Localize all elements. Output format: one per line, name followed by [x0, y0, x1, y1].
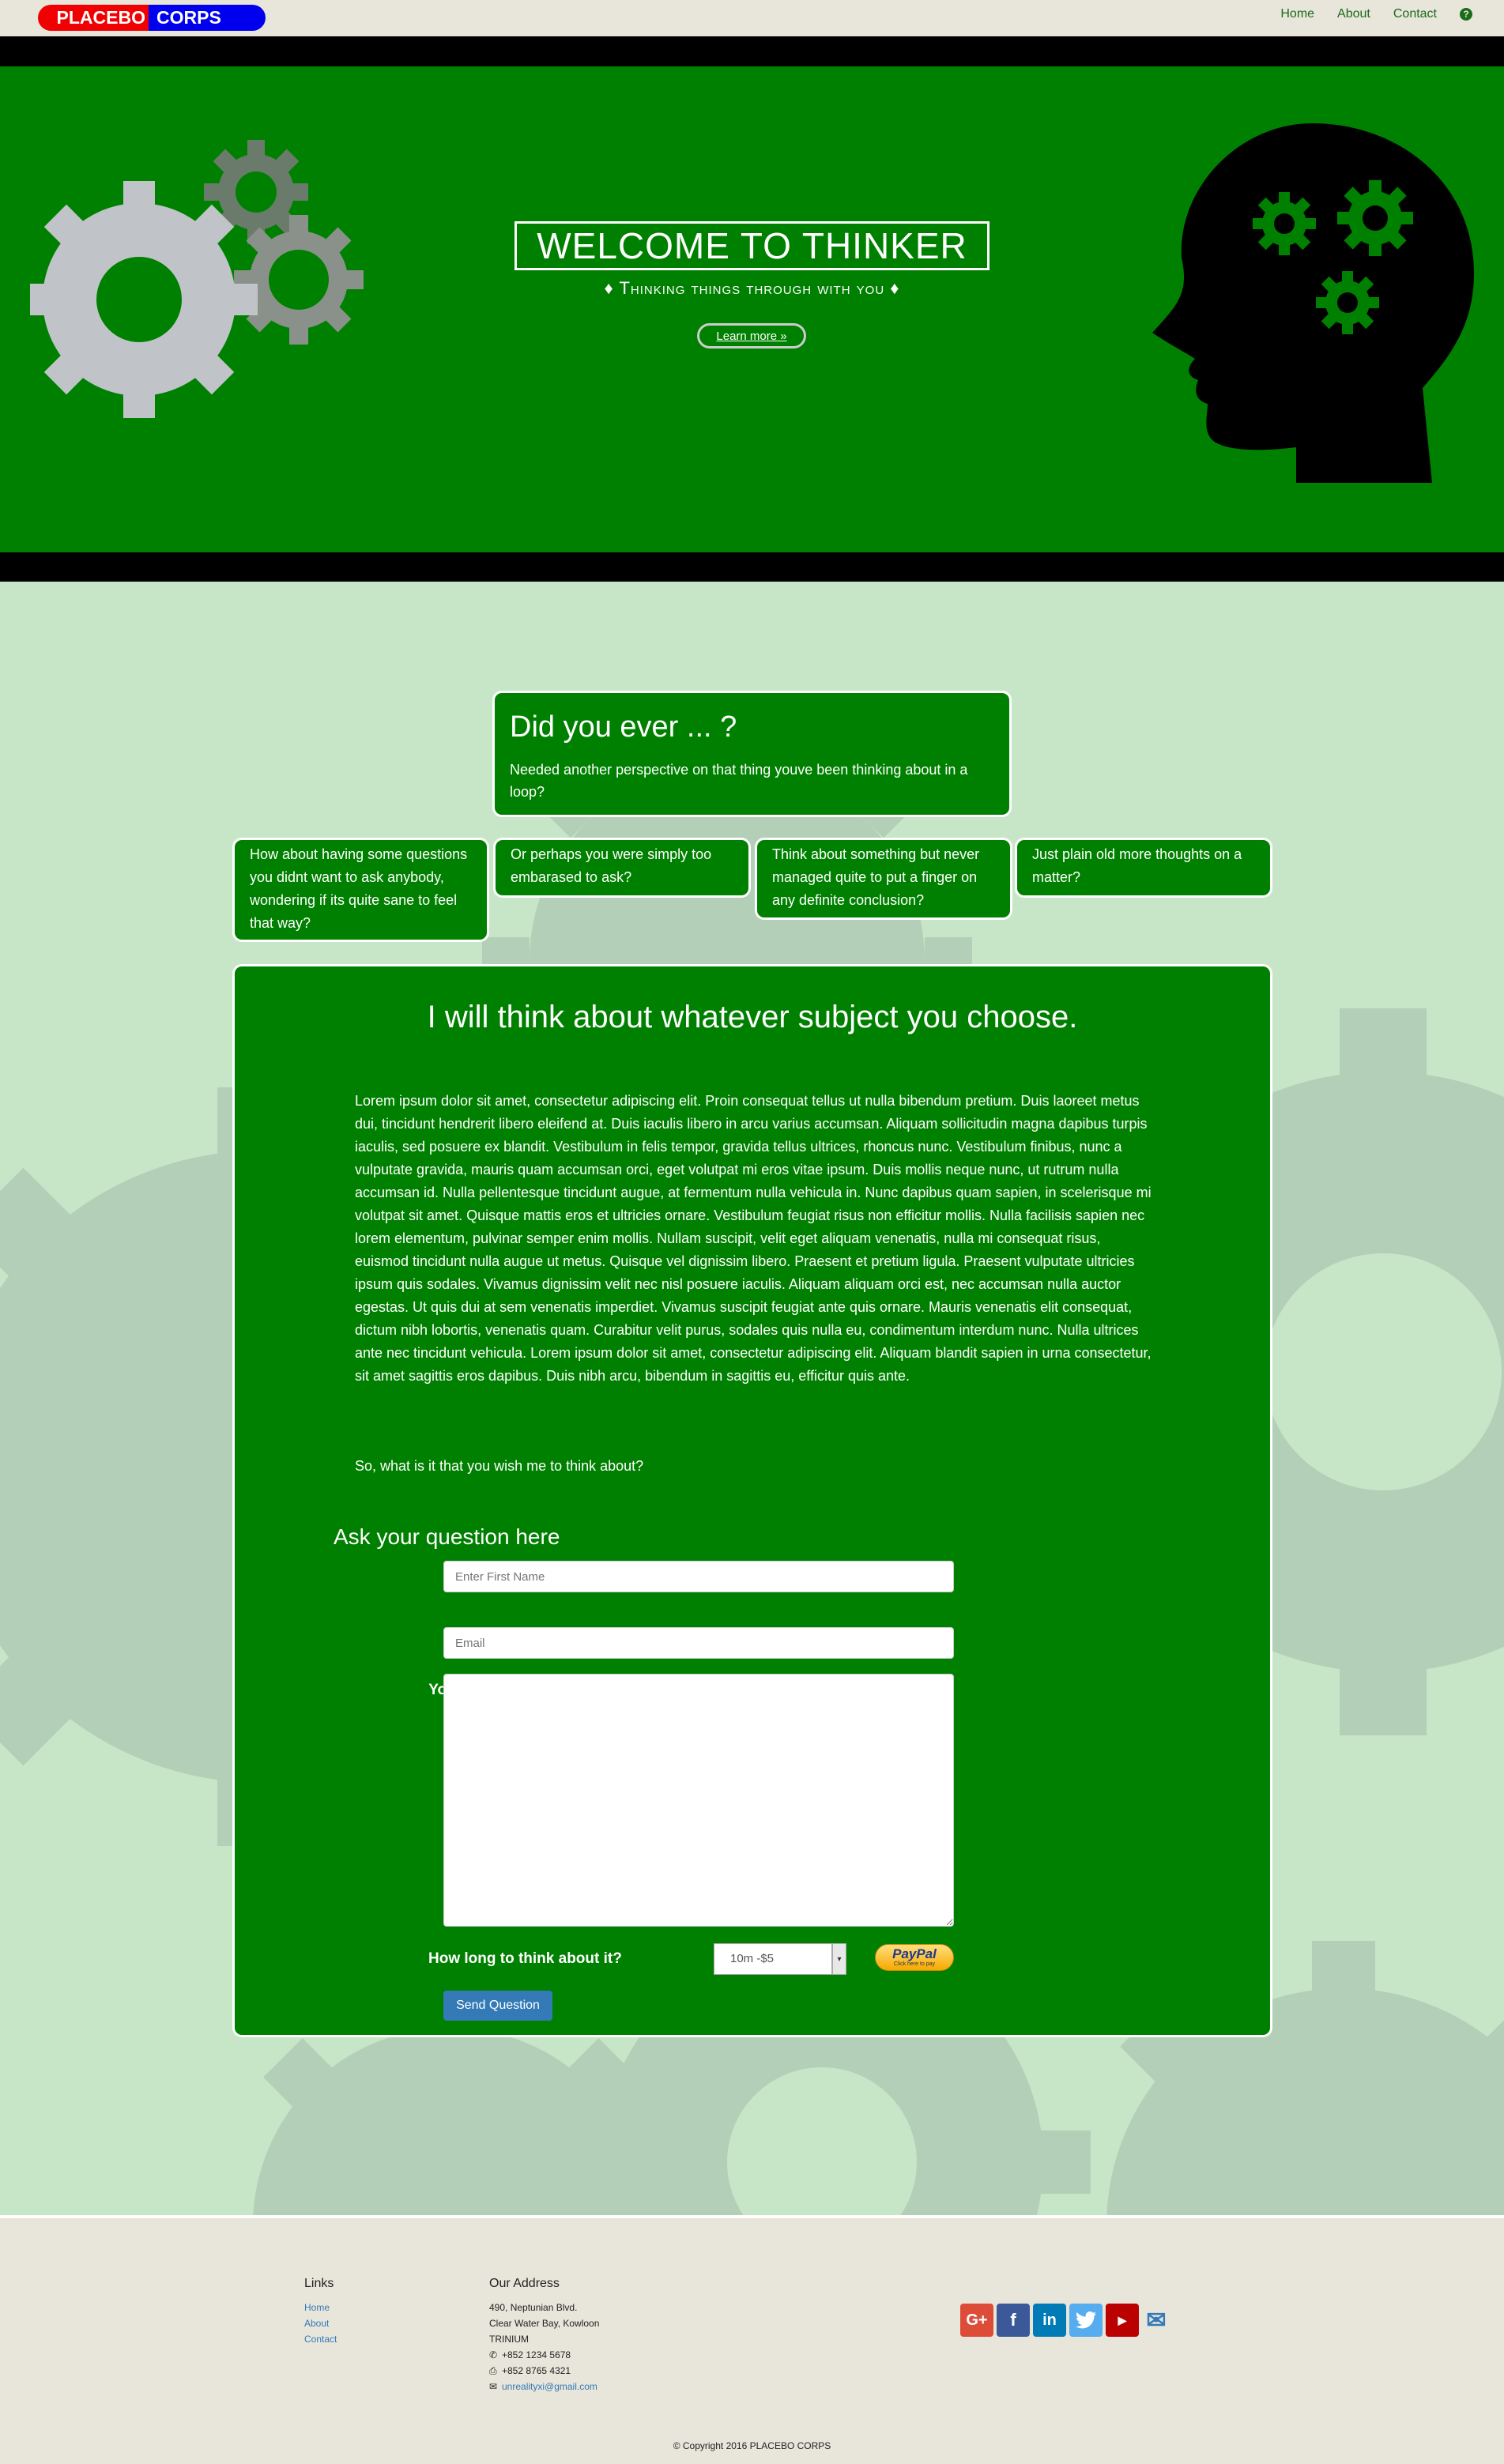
- phone-row: ✆ +852 1234 5678: [489, 2347, 599, 2363]
- nav-about-link[interactable]: About: [1337, 7, 1370, 21]
- paypal-caption: Click here to pay: [893, 1961, 936, 1967]
- first-name-input[interactable]: [443, 1561, 954, 1592]
- gears-icon: [30, 140, 364, 418]
- address-line-2: Clear Water Bay, Kowloon: [489, 2318, 600, 2329]
- footer-link-about[interactable]: About: [304, 2315, 337, 2331]
- twitter-icon[interactable]: [1069, 2304, 1103, 2337]
- fax-number: +852 8765 4321: [502, 2365, 571, 2376]
- envelope-icon: ✉: [489, 2381, 498, 2392]
- navbar: PLACEBO CORPS Home About Contact ?: [0, 0, 1504, 36]
- question-card-4: Just plain old more thoughts on a matter…: [1015, 838, 1272, 898]
- hero-subtitle: ♦ Thinking things through with you ♦: [604, 278, 900, 298]
- footer-link-home[interactable]: Home: [304, 2300, 337, 2315]
- question-card-2: Or perhaps you were simply too embarased…: [493, 838, 751, 898]
- nav-contact-link[interactable]: Contact: [1393, 7, 1437, 21]
- question-card-1: How about having some questions you didn…: [232, 838, 489, 942]
- did-you-ever-card: Did you ever ... ? Needed another perspe…: [492, 691, 1012, 817]
- nav-links: Home About Contact ?: [1257, 0, 1472, 28]
- send-question-button[interactable]: Send Question: [443, 1991, 552, 2021]
- question-circle-icon[interactable]: ?: [1460, 8, 1472, 21]
- linkedin-icon[interactable]: in: [1033, 2304, 1066, 2337]
- footer-address-heading: Our Address: [489, 2277, 560, 2290]
- address-line-1: 490, Neptunian Blvd.: [489, 2302, 578, 2313]
- email-link[interactable]: unrealityxi@gmail.com: [502, 2381, 597, 2392]
- email-row: ✉ unrealityxi@gmail.com: [489, 2379, 599, 2394]
- footer: Links Home About Contact Our Address 490…: [0, 2218, 1504, 2464]
- learn-more-button[interactable]: Learn more »: [697, 323, 806, 349]
- nav-home-link[interactable]: Home: [1280, 7, 1314, 21]
- duration-select[interactable]: 10m -$5: [714, 1943, 832, 1975]
- footer-address: 490, Neptunian Blvd. Clear Water Bay, Ko…: [489, 2300, 599, 2394]
- address-line-3: TRINIUM: [489, 2334, 529, 2345]
- google-plus-icon[interactable]: G+: [960, 2304, 993, 2337]
- social-icons: G+ f in ▶ ✉: [960, 2304, 1170, 2337]
- footer-link-contact[interactable]: Contact: [304, 2331, 337, 2347]
- question-card-3: Think about something but never managed …: [755, 838, 1012, 920]
- feedback-textarea[interactable]: [443, 1674, 954, 1927]
- envelope-icon[interactable]: ✉: [1142, 2304, 1170, 2337]
- did-you-ever-title: Did you ever ... ?: [510, 710, 737, 744]
- form-heading: Ask your question here: [334, 1524, 560, 1549]
- brand-part-placebo: PLACEBO: [38, 5, 149, 31]
- main-form-card: I will think about whatever subject you …: [232, 964, 1272, 2037]
- brand-part-corps: CORPS: [149, 5, 266, 31]
- youtube-icon[interactable]: ▶: [1106, 2304, 1139, 2337]
- fax-icon: ⎙: [489, 2365, 497, 2376]
- footer-links-heading: Links: [304, 2277, 334, 2290]
- lorem-paragraph: Lorem ipsum dolor sit amet, consectetur …: [355, 1093, 1152, 1384]
- paypal-logo-text: PayPal: [892, 1946, 937, 1961]
- footer-links: Home About Contact: [304, 2300, 337, 2347]
- brand-logo[interactable]: PLACEBO CORPS: [38, 5, 266, 31]
- phone-number: +852 1234 5678: [502, 2349, 571, 2360]
- hero: WELCOME TO THINKER ♦ Thinking things thr…: [0, 66, 1504, 552]
- did-you-ever-text: Needed another perspective on that thing…: [510, 762, 968, 800]
- main-title: I will think about whatever subject you …: [427, 1000, 1078, 1034]
- copyright: © Copyright 2016 PLACEBO CORPS: [673, 2440, 831, 2451]
- duration-label: How long to think about it?: [428, 1950, 622, 1967]
- phone-icon: ✆: [489, 2349, 498, 2360]
- think-prompt: So, what is it that you wish me to think…: [355, 1458, 644, 1474]
- chevron-down-icon[interactable]: ▾: [832, 1943, 846, 1975]
- email-input[interactable]: [443, 1627, 954, 1659]
- hero-title: WELCOME TO THINKER: [515, 221, 989, 270]
- paypal-button[interactable]: PayPal Click here to pay: [875, 1944, 954, 1971]
- head-gears-icon: [1152, 123, 1474, 483]
- fax-row: ⎙ +852 8765 4321: [489, 2363, 599, 2379]
- facebook-icon[interactable]: f: [997, 2304, 1030, 2337]
